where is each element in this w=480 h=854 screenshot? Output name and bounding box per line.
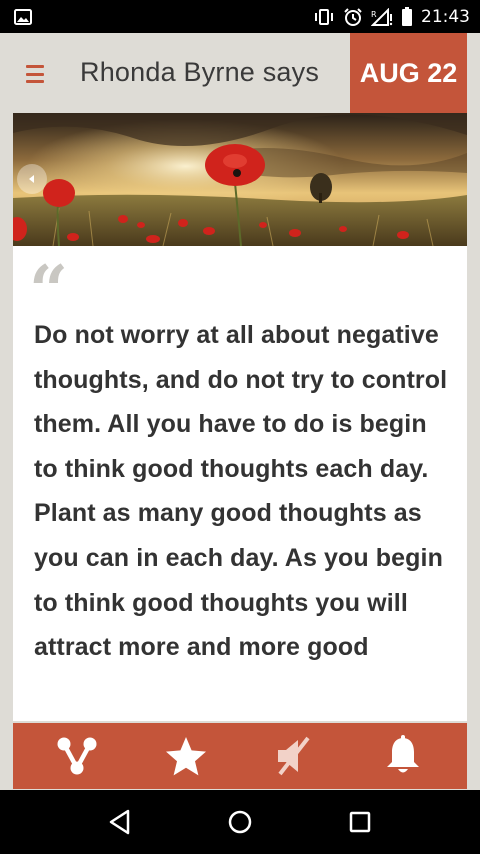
page-title: Rhonda Byrne says	[80, 57, 320, 87]
quote-card: “ Do not worry at all about negative tho…	[13, 113, 467, 721]
back-button[interactable]	[95, 797, 145, 847]
app-header: Rhonda Byrne says AUG 22	[0, 33, 480, 113]
bell-icon	[386, 735, 419, 773]
favorite-button[interactable]	[156, 726, 216, 786]
quote-text: Do not worry at all about negative thoug…	[34, 321, 448, 662]
hero-image	[13, 113, 467, 246]
previous-image-button[interactable]	[17, 164, 47, 194]
home-button[interactable]	[215, 797, 265, 847]
home-icon	[228, 810, 252, 834]
chevron-left-icon	[29, 175, 34, 183]
alarm-icon	[343, 7, 363, 27]
status-time: 21:43	[421, 6, 470, 27]
system-nav-bar	[0, 790, 480, 854]
date-badge: AUG 22	[350, 33, 467, 113]
vibrate-icon	[313, 8, 335, 26]
back-icon	[109, 809, 130, 835]
mute-icon	[278, 736, 310, 776]
notification-button[interactable]	[373, 726, 433, 786]
star-icon	[165, 737, 206, 776]
mute-button[interactable]	[264, 726, 324, 786]
status-bar: R 21:43	[0, 0, 480, 33]
image-icon	[14, 8, 32, 25]
share-icon	[57, 737, 97, 775]
share-button[interactable]	[47, 726, 107, 786]
hamburger-icon[interactable]	[20, 61, 50, 87]
recents-icon	[349, 811, 371, 833]
signal-icon: R	[371, 7, 393, 26]
action-bar	[13, 723, 467, 789]
battery-icon	[401, 6, 413, 27]
recents-button[interactable]	[335, 797, 385, 847]
svg-text:R: R	[371, 10, 377, 19]
